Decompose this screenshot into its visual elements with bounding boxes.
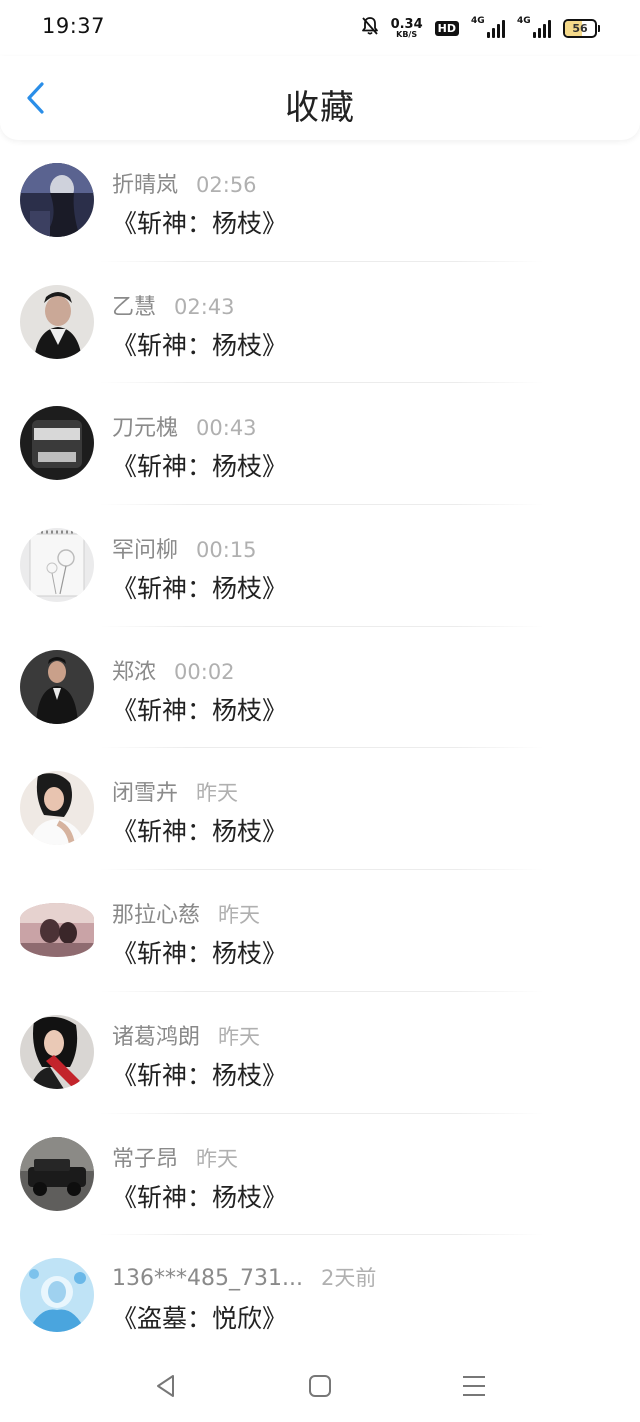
nav-back-button[interactable] xyxy=(146,1366,186,1406)
page-title: 收藏 xyxy=(285,88,355,128)
favorite-title: 《斩神：杨枝》 xyxy=(112,330,288,360)
favorite-title: 《斩神：杨枝》 xyxy=(112,695,288,725)
list-item[interactable]: 闭雪卉 昨天 《斩神：杨枝》 xyxy=(0,748,640,871)
hd-icon: HD xyxy=(434,20,459,36)
net-speed-unit: KB/S xyxy=(396,29,418,39)
username: 刀元槐 xyxy=(112,416,179,442)
username: 折晴岚 xyxy=(112,173,179,198)
timestamp: 02:56 xyxy=(196,173,257,197)
name-line: 折晴岚 02:56 xyxy=(112,167,257,199)
list-item[interactable]: 诸葛鸿朗 昨天 《斩神：杨枝》 xyxy=(0,992,640,1114)
username: 乙慧 xyxy=(112,294,157,320)
username: 罕问柳 xyxy=(112,538,179,564)
navigation-bar xyxy=(0,1348,640,1422)
timestamp: 昨天 xyxy=(196,1146,239,1171)
battery-level: 56 xyxy=(572,21,588,35)
favorite-title: 《盗墓：悦欣》 xyxy=(112,1304,288,1334)
avatar[interactable] xyxy=(20,528,94,603)
avatar[interactable] xyxy=(20,1258,94,1333)
username: 诸葛鸿朗 xyxy=(112,1024,201,1050)
signal-4g-icon: 4G xyxy=(517,16,551,38)
name-line: 郑浓 00:02 xyxy=(112,654,235,686)
favorite-title: 《斩神：杨枝》 xyxy=(112,1060,288,1090)
favorite-title: 《斩神：杨枝》 xyxy=(112,1182,288,1212)
avatar[interactable] xyxy=(20,903,94,958)
nav-home-button[interactable] xyxy=(300,1366,340,1406)
timestamp: 昨天 xyxy=(218,1024,261,1049)
avatar[interactable] xyxy=(20,771,94,846)
name-line: 常子昂 昨天 xyxy=(112,1141,238,1173)
name-line: 那拉心慈 昨天 xyxy=(112,897,260,929)
username: 郑浓 xyxy=(112,659,157,685)
avatar[interactable] xyxy=(20,1136,94,1211)
timestamp: 昨天 xyxy=(218,903,261,928)
username: 那拉心慈 xyxy=(112,903,201,929)
timestamp: 00:15 xyxy=(196,538,257,563)
menu-lines-icon xyxy=(463,1376,485,1396)
status-bar: 19:37 0.34 KB/S HD 4G 4G 56 xyxy=(0,0,640,56)
back-triangle-icon xyxy=(157,1375,174,1397)
list-item[interactable]: 常子昂 昨天 《斩神：杨枝》 xyxy=(0,1114,640,1236)
avatar[interactable] xyxy=(20,649,94,724)
avatar[interactable] xyxy=(20,163,94,237)
timestamp: 2天前 xyxy=(320,1266,377,1291)
favorites-list: 折晴岚 02:56 《斩神：杨枝》 乙慧 02:43 《斩神：杨枝》 刀元槐 0… xyxy=(0,140,640,1357)
signal-label: 4G xyxy=(517,16,531,26)
avatar[interactable] xyxy=(20,284,94,359)
favorite-title: 《斩神：杨枝》 xyxy=(112,452,288,482)
list-item[interactable]: 136***485_731... 2天前 《盗墓：悦欣》 xyxy=(0,1235,640,1357)
favorite-title: 《斩神：杨枝》 xyxy=(112,939,288,969)
list-item[interactable]: 乙慧 02:43 《斩神：杨枝》 xyxy=(0,262,640,384)
home-square-icon xyxy=(309,1375,331,1397)
username: 常子昂 xyxy=(112,1146,179,1172)
bell-muted-icon xyxy=(361,16,379,40)
timestamp: 02:43 xyxy=(174,294,235,319)
name-line: 闭雪卉 昨天 xyxy=(112,775,238,807)
favorite-title: 《斩神：杨枝》 xyxy=(112,209,288,238)
timestamp: 00:02 xyxy=(174,659,235,684)
favorite-title: 《斩神：杨枝》 xyxy=(112,574,288,604)
list-item[interactable]: 刀元槐 00:43 《斩神：杨枝》 xyxy=(0,383,640,506)
name-line: 诸葛鸿朗 昨天 xyxy=(112,1019,260,1051)
username: 136***485_731... xyxy=(112,1266,303,1292)
list-item[interactable]: 折晴岚 02:56 《斩神：杨枝》 xyxy=(0,140,640,262)
timestamp: 昨天 xyxy=(196,781,239,806)
name-line: 乙慧 02:43 xyxy=(112,289,235,321)
status-icons: 0.34 KB/S HD 4G 4G 56 xyxy=(361,16,600,40)
signal-label: 4G xyxy=(471,16,485,26)
favorites-screen: 19:37 0.34 KB/S HD 4G 4G 56 收藏 折晴岚 02:56… xyxy=(0,0,640,1422)
name-line: 136***485_731... 2天前 xyxy=(112,1262,376,1292)
name-line: 罕问柳 00:15 xyxy=(112,532,257,564)
list-item[interactable]: 罕问柳 00:15 《斩神：杨枝》 xyxy=(0,505,640,627)
list-item[interactable]: 那拉心慈 昨天 《斩神：杨枝》 xyxy=(0,870,640,992)
favorite-title: 《斩神：杨枝》 xyxy=(112,817,288,847)
name-line: 刀元槐 00:43 xyxy=(112,410,257,442)
timestamp: 00:43 xyxy=(196,416,257,441)
page-header: 收藏 xyxy=(0,56,640,140)
username: 闭雪卉 xyxy=(112,781,179,807)
avatar[interactable] xyxy=(20,406,94,481)
avatar[interactable] xyxy=(20,1014,94,1089)
signal-4g-icon: 4G xyxy=(471,16,505,38)
nav-menu-button[interactable] xyxy=(454,1366,494,1406)
net-speed-value: 0.34 xyxy=(390,16,423,32)
list-item[interactable]: 郑浓 00:02 《斩神：杨枝》 xyxy=(0,627,640,749)
battery-icon: 56 xyxy=(563,18,600,38)
status-time: 19:37 xyxy=(42,14,106,38)
net-speed: 0.34 KB/S xyxy=(391,18,423,39)
